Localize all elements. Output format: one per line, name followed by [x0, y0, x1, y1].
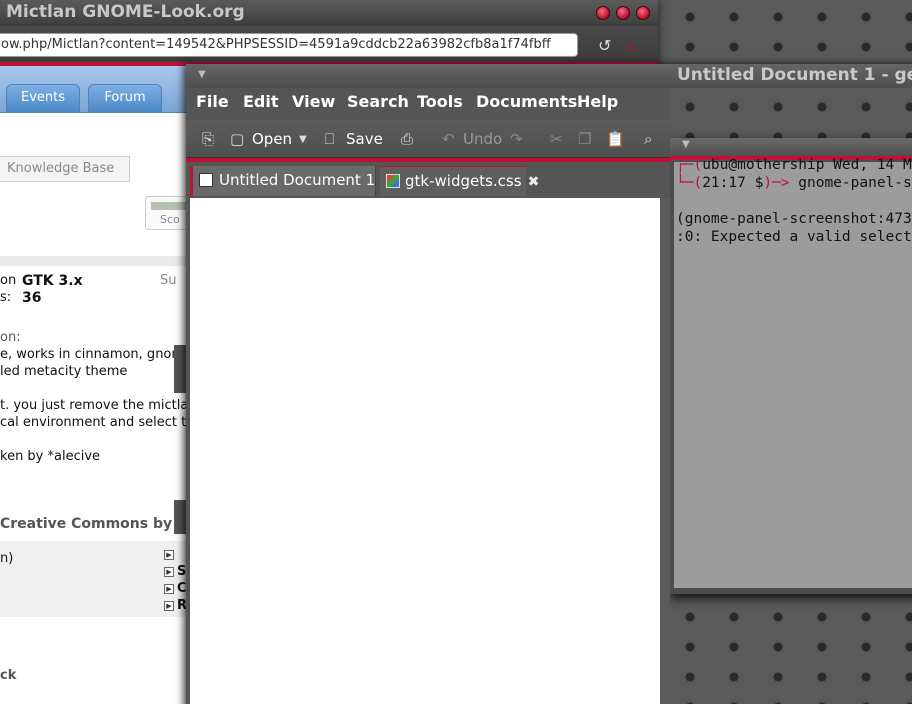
menu-help[interactable]: Help	[577, 92, 618, 111]
description-line: cal environment and select th	[0, 415, 195, 430]
tab-gtk-widgets-css[interactable]: gtk-widgets.css ✖	[380, 166, 539, 196]
sidebar-edge	[174, 345, 186, 393]
footer-text: ck	[0, 668, 17, 683]
divider	[0, 256, 186, 266]
stop-icon[interactable]: ⦸	[626, 36, 636, 56]
menu-edit[interactable]: Edit	[243, 92, 279, 111]
editor-scrollbar[interactable]	[660, 198, 670, 704]
url-input[interactable]: ow.php/Mictlan?content=149542&PHPSESSID=…	[0, 33, 578, 57]
list-letter: S	[177, 564, 187, 579]
maximize-button[interactable]	[616, 6, 630, 20]
undo-icon[interactable]: ↶	[442, 130, 455, 148]
description-line: e, works in cinnamon, gnom	[0, 347, 185, 362]
paste-icon[interactable]: 📋	[606, 130, 625, 148]
redo-icon[interactable]: ↷	[510, 130, 523, 148]
new-document-icon[interactable]: ⎘	[202, 130, 214, 148]
license-panel	[0, 541, 186, 617]
reload-icon[interactable]: ↺	[598, 36, 611, 55]
search-icon[interactable]: ⌕	[644, 130, 652, 148]
score-bar	[151, 202, 191, 210]
info-label: on	[0, 273, 17, 288]
open-dropdown-icon[interactable]: ▼	[299, 134, 307, 145]
sidebar-edge	[174, 500, 186, 534]
menu-tools[interactable]: Tools	[417, 92, 463, 111]
sub-label: Su	[160, 273, 177, 288]
knowledge-base-link[interactable]: Knowledge Base	[0, 156, 130, 182]
info-value: GTK 3.x	[22, 273, 83, 289]
open-button[interactable]: Open	[252, 130, 292, 148]
description-label: on:	[0, 330, 21, 345]
menu-arrow-icon[interactable]: ▼	[198, 69, 206, 80]
expand-icon[interactable]: ▶	[164, 567, 174, 577]
license-heading: Creative Commons by	[0, 516, 173, 532]
browser-title: Mictlan GNOME-Look.org	[6, 2, 245, 22]
toolbar: ⎘ ▢ Open ▼ ⎕ Save ⎙ ↶ Undo ↷ ✂ ❐ 📋 ⌕	[186, 120, 670, 158]
menu-search[interactable]: Search	[347, 92, 409, 111]
license-text: n)	[0, 551, 14, 566]
expand-icon[interactable]: ▶	[164, 584, 174, 594]
score-label: Sco	[160, 213, 180, 226]
text-editor[interactable]	[190, 198, 660, 704]
nav-tab-forum[interactable]: Forum	[88, 84, 162, 112]
document-icon	[199, 173, 213, 187]
menubar: File Edit View Search Tools Documents He…	[186, 88, 670, 120]
info-label: s:	[0, 290, 12, 305]
copy-icon[interactable]: ❐	[578, 130, 591, 148]
info-value: 36	[22, 290, 42, 306]
close-button[interactable]	[636, 6, 650, 20]
tab-untitled-document[interactable]: Untitled Document 1✖	[190, 166, 393, 196]
gedit-window: ▼ Untitled Document 1 - ged File Edit Vi…	[186, 64, 912, 704]
expand-icon[interactable]: ▶	[164, 550, 174, 560]
cut-icon[interactable]: ✂	[550, 130, 563, 148]
window-title: Untitled Document 1 - ged	[677, 65, 912, 85]
close-tab-icon[interactable]: ✖	[528, 168, 540, 196]
undo-button[interactable]: Undo	[463, 130, 502, 148]
description-line: ken by *alecive	[0, 449, 101, 464]
tab-label: gtk-widgets.css	[405, 172, 522, 190]
gedit-titlebar[interactable]: ▼ Untitled Document 1 - ged	[186, 64, 912, 88]
menu-documents[interactable]: Documents	[476, 92, 577, 111]
browser-urlbar: ow.php/Mictlan?content=149542&PHPSESSID=…	[0, 26, 658, 66]
save-icon[interactable]: ⎕	[325, 130, 334, 148]
menu-file[interactable]: File	[196, 92, 229, 111]
description-line: t. you just remove the mictla	[0, 398, 189, 413]
menu-view[interactable]: View	[292, 92, 335, 111]
print-icon[interactable]: ⎙	[401, 130, 413, 148]
minimize-button[interactable]	[596, 6, 610, 20]
description-line: led metacity theme	[0, 364, 128, 379]
browser-titlebar[interactable]: Mictlan GNOME-Look.org	[0, 0, 658, 26]
nav-tab-events[interactable]: Events	[6, 84, 80, 112]
document-tabbar: Untitled Document 1✖ gtk-widgets.css ✖	[186, 162, 670, 198]
save-button[interactable]: Save	[346, 130, 383, 148]
open-icon[interactable]: ▢	[230, 130, 244, 148]
tab-label: Untitled Document 1	[219, 171, 376, 189]
css-file-icon	[386, 174, 400, 188]
expand-icon[interactable]: ▶	[164, 601, 174, 611]
